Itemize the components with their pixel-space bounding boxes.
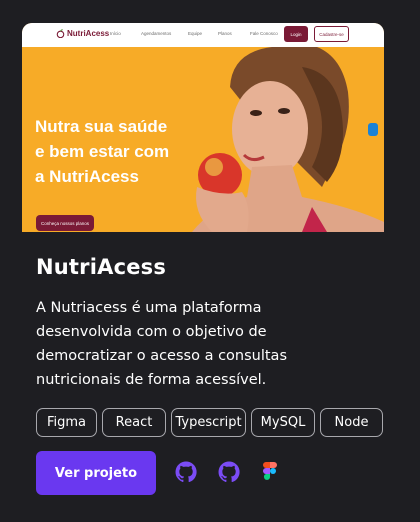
site-login-button: Login [284,26,308,42]
hero-headline-line: a NutriAcess [35,167,139,186]
hero-plans-button: Conheça nossos planos [36,215,94,231]
project-preview-image: NutriAcess Início Agendamentos Equipe Pl… [22,23,384,232]
description-line: democratizar o acesso a consultas [36,348,287,364]
site-navbar: NutriAcess Início Agendamentos Equipe Pl… [22,23,384,47]
tag-figma: Figma [36,408,97,437]
view-project-button[interactable]: Ver projeto [36,451,156,495]
apple-logo-icon [56,29,65,38]
tag-node: Node [320,408,383,437]
chat-widget-icon [368,123,378,136]
project-card: NutriAcess Início Agendamentos Equipe Pl… [22,0,384,522]
description-line: desenvolvida com o objetivo de [36,324,267,340]
site-signup-button: Cadastre-se [314,26,349,42]
site-nav-link: Início [110,31,121,36]
project-title: NutriAcess [36,255,167,279]
site-nav-link: Agendamentos [141,31,172,36]
figma-icon[interactable] [258,460,282,484]
tag-react: React [102,408,166,437]
hero-headline: Nutra sua saúde e bem estar com a NutriA… [35,114,205,189]
description-line: A Nutriacess é uma plataforma [36,300,262,316]
site-logo-text: NutriAcess [67,29,110,38]
github-icon[interactable] [174,460,198,484]
tag-mysql: MySQL [251,408,315,437]
description-line: nutricionais de forma acessível. [36,372,267,388]
tag-typescript: Typescript [171,408,246,437]
site-nav-link: Equipe [188,31,203,36]
github-icon[interactable] [217,460,241,484]
project-description: A Nutriacess é uma plataforma desenvolvi… [36,296,376,392]
site-nav-link: Planos [218,31,232,36]
site-logo: NutriAcess [56,29,109,38]
hero-headline-line: Nutra sua saúde [35,117,168,136]
hero-headline-line: e bem estar com [35,142,170,161]
site-nav-link: Fale Conosco [250,31,278,36]
